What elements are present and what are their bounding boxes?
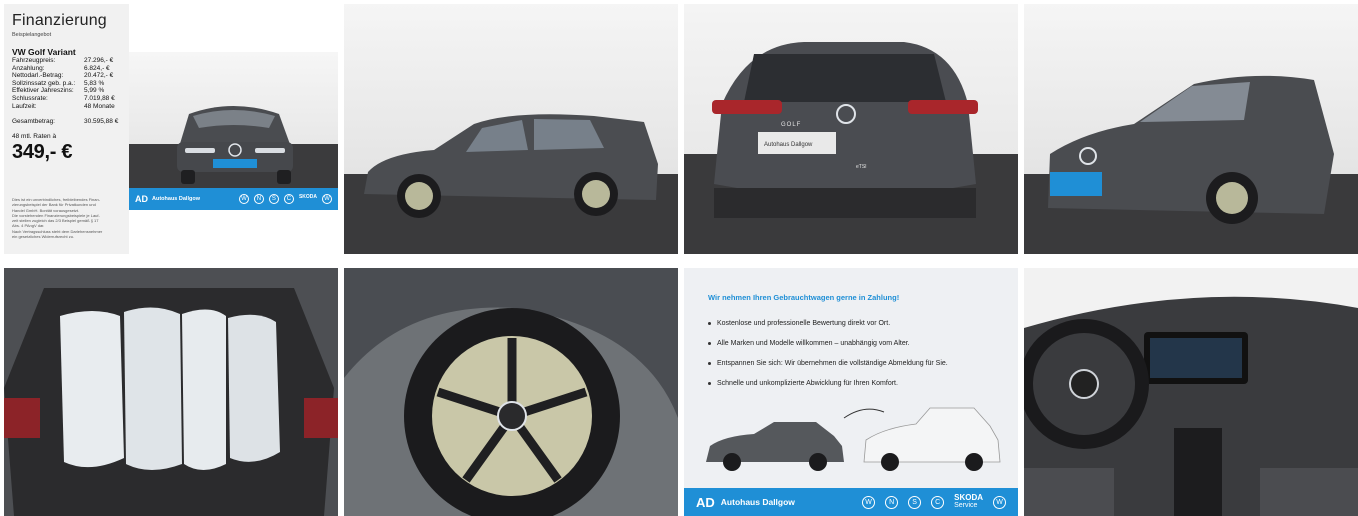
vw-logo-icon: W — [862, 495, 876, 509]
photo-wheel[interactable] — [344, 268, 678, 516]
photo-side-view[interactable] — [344, 4, 678, 254]
dealer-logo: AD — [135, 194, 148, 204]
photo-rear-view[interactable]: GOLF eTSI Autohaus Dallgow — [684, 4, 1018, 254]
skoda-service-logo: SKODA Service — [954, 493, 983, 510]
finance-row: Anzahlung: 6.824,- € — [12, 64, 110, 72]
seat-logo-icon: S — [268, 194, 279, 204]
brand-logos: W N S C SKODA W — [238, 194, 332, 204]
wheel-graphic — [344, 268, 678, 516]
license-plate-text: Autohaus Dallgow — [764, 142, 813, 148]
finance-row: Sollzinssatz geb. p.a.: 5,83 % — [12, 79, 105, 87]
tradein-headline: Wir nehmen Ihren Gebrauchtwagen gerne in… — [708, 293, 900, 302]
cupra-logo-icon: C — [931, 495, 945, 509]
finance-row: Laufzeit: 48 Monate — [12, 102, 115, 110]
finance-offer-tile[interactable]: Finanzierung Beispielangebot VW Golf Var… — [4, 4, 338, 254]
car-side-graphic — [364, 114, 658, 218]
finance-row: Fahrzeugpreis: 27.296,- € — [12, 57, 114, 64]
car-front-quarter-graphic — [1048, 75, 1334, 224]
finance-rate-value: 349,- € — [12, 141, 73, 164]
finance-row: Nettodarl.-Betrag: 20.472,- € — [12, 72, 114, 80]
vw-nutzfahrzeuge-logo-icon: N — [885, 495, 899, 509]
finance-disclaimer: Dies ist ein unverbindliches, freibleibe… — [12, 197, 103, 240]
vw-nutzfahrzeuge-logo-icon: N — [253, 194, 264, 204]
dealer-banner: AD Autohaus Dallgow W N S C SKODA W — [129, 188, 338, 210]
bullet-icon — [708, 361, 711, 365]
skoda-logo: SKODA — [298, 194, 317, 200]
list-item: Entspannen Sie sich: Wir übernehmen die … — [708, 353, 948, 373]
list-item: Kostenlose und professionelle Bewertung … — [708, 313, 948, 333]
finance-car-image: AD Autohaus Dallgow W N S C SKODA W — [129, 52, 338, 210]
list-item: Schnelle und unkomplizierte Abwicklung f… — [708, 373, 948, 393]
rear-trim-badge: eTSI — [856, 164, 867, 170]
brand-logos: W N S C SKODA Service W — [862, 494, 1006, 510]
car-rear-graphic — [712, 42, 978, 218]
dealer-logo: AD — [696, 494, 715, 510]
bullet-icon — [708, 381, 711, 385]
bullet-icon — [708, 341, 711, 345]
tradein-bullet-list: Kostenlose und professionelle Bewertung … — [708, 313, 948, 393]
cupra-logo-icon: C — [283, 194, 294, 204]
finance-details-panel: Finanzierung Beispielangebot VW Golf Var… — [4, 4, 129, 254]
vw-service-logo-icon: W — [322, 194, 332, 204]
photo-front-quarter-view[interactable] — [1024, 4, 1358, 254]
rear-model-badge: GOLF — [781, 122, 802, 128]
photo-interior[interactable] — [1024, 268, 1358, 516]
finance-rows: Fahrzeugpreis: 27.296,- € Anzahlung: 6.824… — [12, 57, 123, 110]
finance-rate-label: 48 mtl. Raten à — [12, 133, 57, 141]
vw-service-logo-icon: W — [993, 495, 1006, 509]
tradein-promo-tile[interactable]: Wir nehmen Ihren Gebrauchtwagen gerne in… — [684, 268, 1018, 516]
finance-model: VW Golf Variant — [12, 47, 76, 57]
photo-trunk[interactable] — [4, 268, 338, 516]
tradein-cars-graphic — [706, 407, 1001, 471]
finance-row: Effektiver Jahreszins: 5,99 % — [12, 87, 105, 95]
bullet-icon — [708, 321, 711, 325]
dealer-banner: AD Autohaus Dallgow W N S C SKODA Servic… — [684, 488, 1018, 516]
interior-graphic — [1024, 268, 1358, 516]
list-item: Alle Marken und Modelle willkommen – una… — [708, 333, 948, 353]
car-front-graphic — [177, 106, 293, 184]
trunk-graphic — [4, 268, 338, 516]
seat-logo-icon: S — [908, 495, 922, 509]
finance-title: Finanzierung — [12, 12, 107, 29]
dealer-name: Autohaus Dallgow — [152, 196, 200, 202]
finance-subtitle: Beispielangebot — [12, 32, 52, 38]
finance-total: Gesamtbetrag: 30.595,88 € — [12, 118, 119, 126]
finance-row: Schlussrate: 7.019,88 € — [12, 94, 115, 102]
dealer-name: Autohaus Dallgow — [720, 497, 795, 507]
vw-logo-icon: W — [238, 194, 249, 204]
